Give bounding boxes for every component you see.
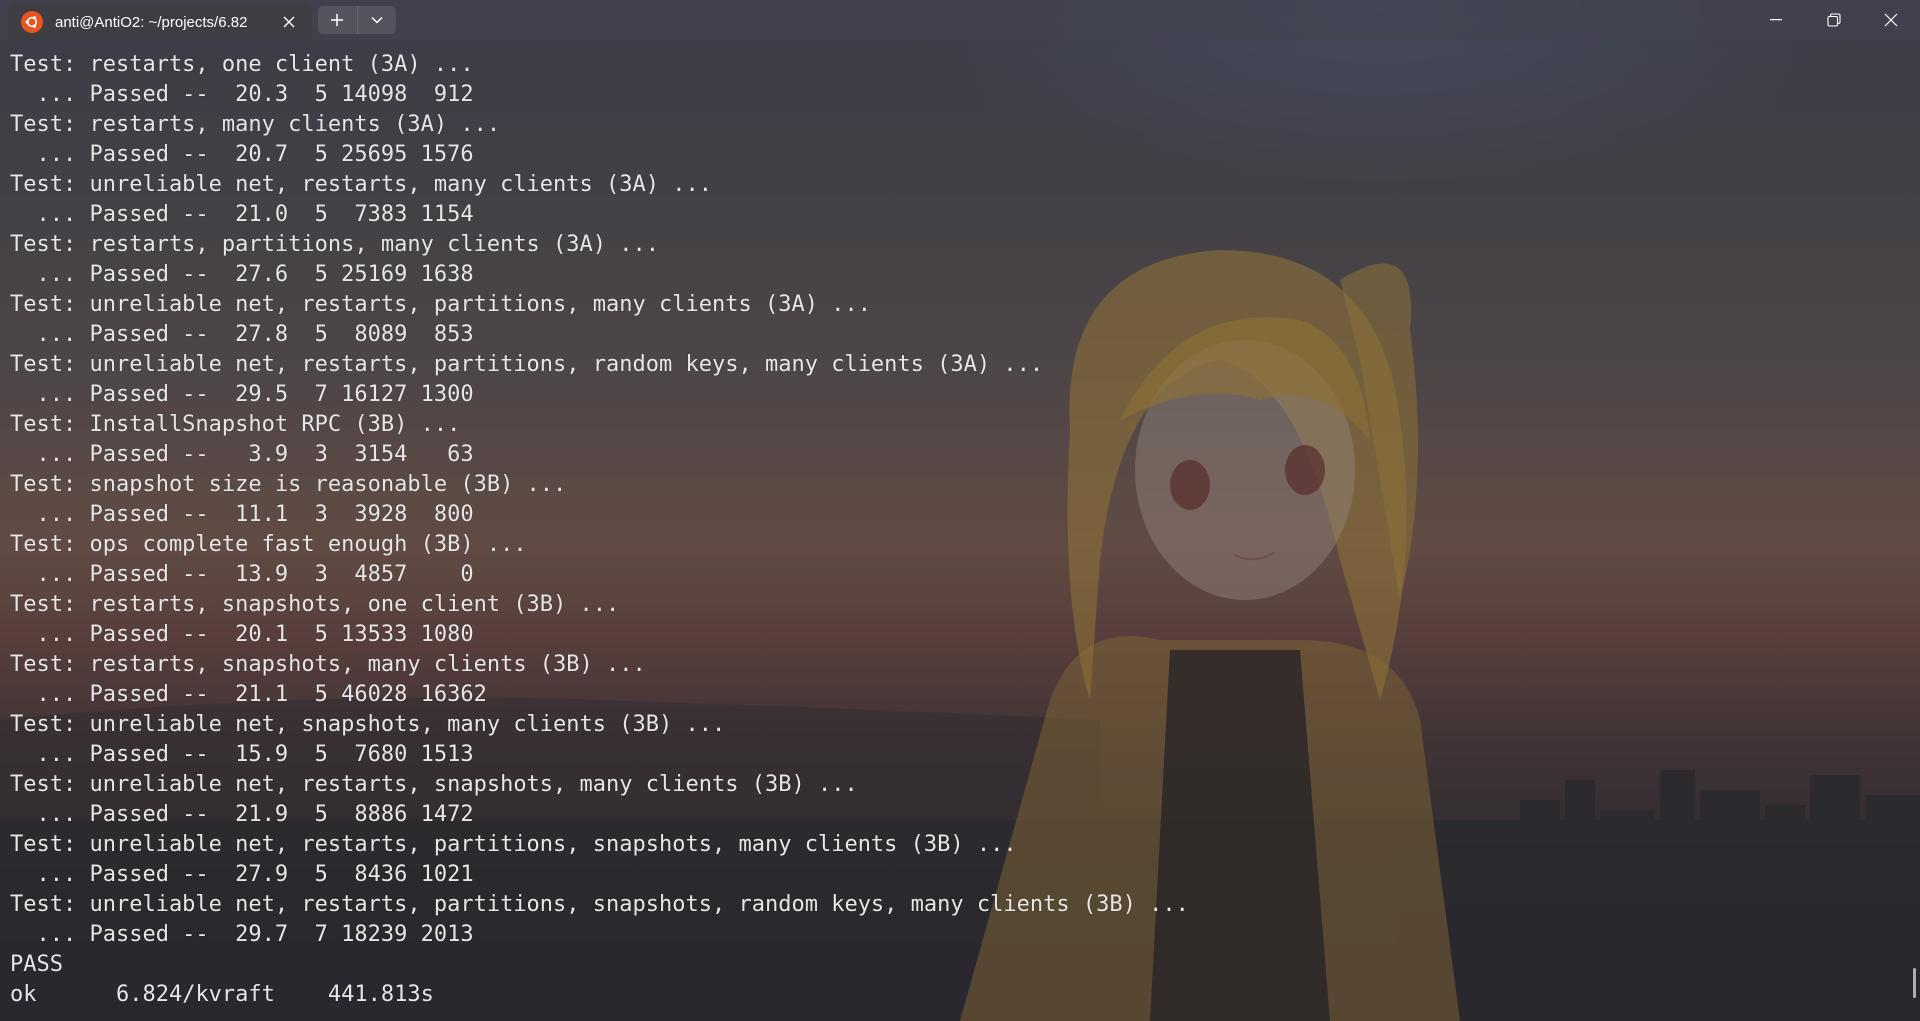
terminal-line: Test: restarts, many clients (3A) ... xyxy=(10,112,501,137)
terminal-line: ... Passed -- 15.9 5 7680 1513 xyxy=(10,742,474,767)
terminal-line: ... Passed -- 20.1 5 13533 1080 xyxy=(10,622,474,647)
terminal-line: Test: InstallSnapshot RPC (3B) ... xyxy=(10,412,461,437)
terminal-line: ... Passed -- 20.3 5 14098 912 xyxy=(10,82,474,107)
minimize-button[interactable] xyxy=(1747,0,1805,40)
tab-title: anti@AntiO2: ~/projects/6.82 xyxy=(55,13,248,31)
terminal-line: ... Passed -- 11.1 3 3928 800 xyxy=(10,502,474,527)
terminal-line: Test: unreliable net, restarts, partitio… xyxy=(10,292,871,317)
terminal-line: Test: restarts, one client (3A) ... xyxy=(10,52,474,77)
terminal-line: Test: unreliable net, restarts, many cli… xyxy=(10,172,712,197)
terminal-line: ... Passed -- 13.9 3 4857 0 xyxy=(10,562,474,587)
close-tab-icon[interactable] xyxy=(280,13,298,31)
terminal-line: ... Passed -- 29.7 7 18239 2013 xyxy=(10,922,474,947)
terminal-line: Test: unreliable net, restarts, snapshot… xyxy=(10,772,858,797)
terminal-line: ... Passed -- 21.0 5 7383 1154 xyxy=(10,202,474,227)
terminal-line: ... Passed -- 21.1 5 46028 16362 xyxy=(10,682,487,707)
terminal-line: PASS xyxy=(10,952,63,977)
title-bar[interactable]: anti@AntiO2: ~/projects/6.82 xyxy=(0,0,1920,40)
terminal-output[interactable]: Test: restarts, one client (3A) ... ... … xyxy=(10,50,1900,1010)
new-tab-button[interactable] xyxy=(318,6,358,34)
new-tab-group xyxy=(318,6,396,34)
close-icon xyxy=(1884,13,1898,27)
terminal-line: ... Passed -- 27.9 5 8436 1021 xyxy=(10,862,474,887)
plus-icon xyxy=(331,14,344,26)
terminal-line: ... Passed -- 21.9 5 8886 1472 xyxy=(10,802,474,827)
terminal-line: Test: unreliable net, restarts, partitio… xyxy=(10,892,1189,917)
terminal-line: Test: unreliable net, restarts, partitio… xyxy=(10,832,1017,857)
terminal-line: Test: restarts, partitions, many clients… xyxy=(10,232,660,257)
terminal-line: ... Passed -- 27.8 5 8089 853 xyxy=(10,322,474,347)
terminal-line: Test: restarts, snapshots, many clients … xyxy=(10,652,646,677)
terminal-line: ... Passed -- 20.7 5 25695 1576 xyxy=(10,142,474,167)
terminal-line: ... Passed -- 3.9 3 3154 63 xyxy=(10,442,474,467)
terminal-line: Test: restarts, snapshots, one client (3… xyxy=(10,592,620,617)
terminal-line: ... Passed -- 29.5 7 16127 1300 xyxy=(10,382,474,407)
terminal-line: Test: unreliable net, restarts, partitio… xyxy=(10,352,1044,377)
restore-button[interactable] xyxy=(1805,0,1863,40)
restore-icon xyxy=(1827,13,1841,27)
tab-menu-button[interactable] xyxy=(358,6,397,34)
close-window-button[interactable] xyxy=(1862,0,1920,40)
chevron-down-icon xyxy=(371,16,383,24)
terminal-line: ... Passed -- 27.6 5 25169 1638 xyxy=(10,262,474,287)
terminal-line: Test: snapshot size is reasonable (3B) .… xyxy=(10,472,567,497)
terminal-line: Test: ops complete fast enough (3B) ... xyxy=(10,532,527,557)
terminal-line: ok 6.824/kvraft 441.813s xyxy=(10,982,434,1007)
terminal-scrollbar[interactable] xyxy=(1913,968,1916,998)
terminal-tab[interactable]: anti@AntiO2: ~/projects/6.82 xyxy=(8,4,312,40)
ubuntu-icon xyxy=(21,11,43,33)
terminal-line: Test: unreliable net, snapshots, many cl… xyxy=(10,712,726,737)
minimize-icon xyxy=(1770,19,1782,21)
